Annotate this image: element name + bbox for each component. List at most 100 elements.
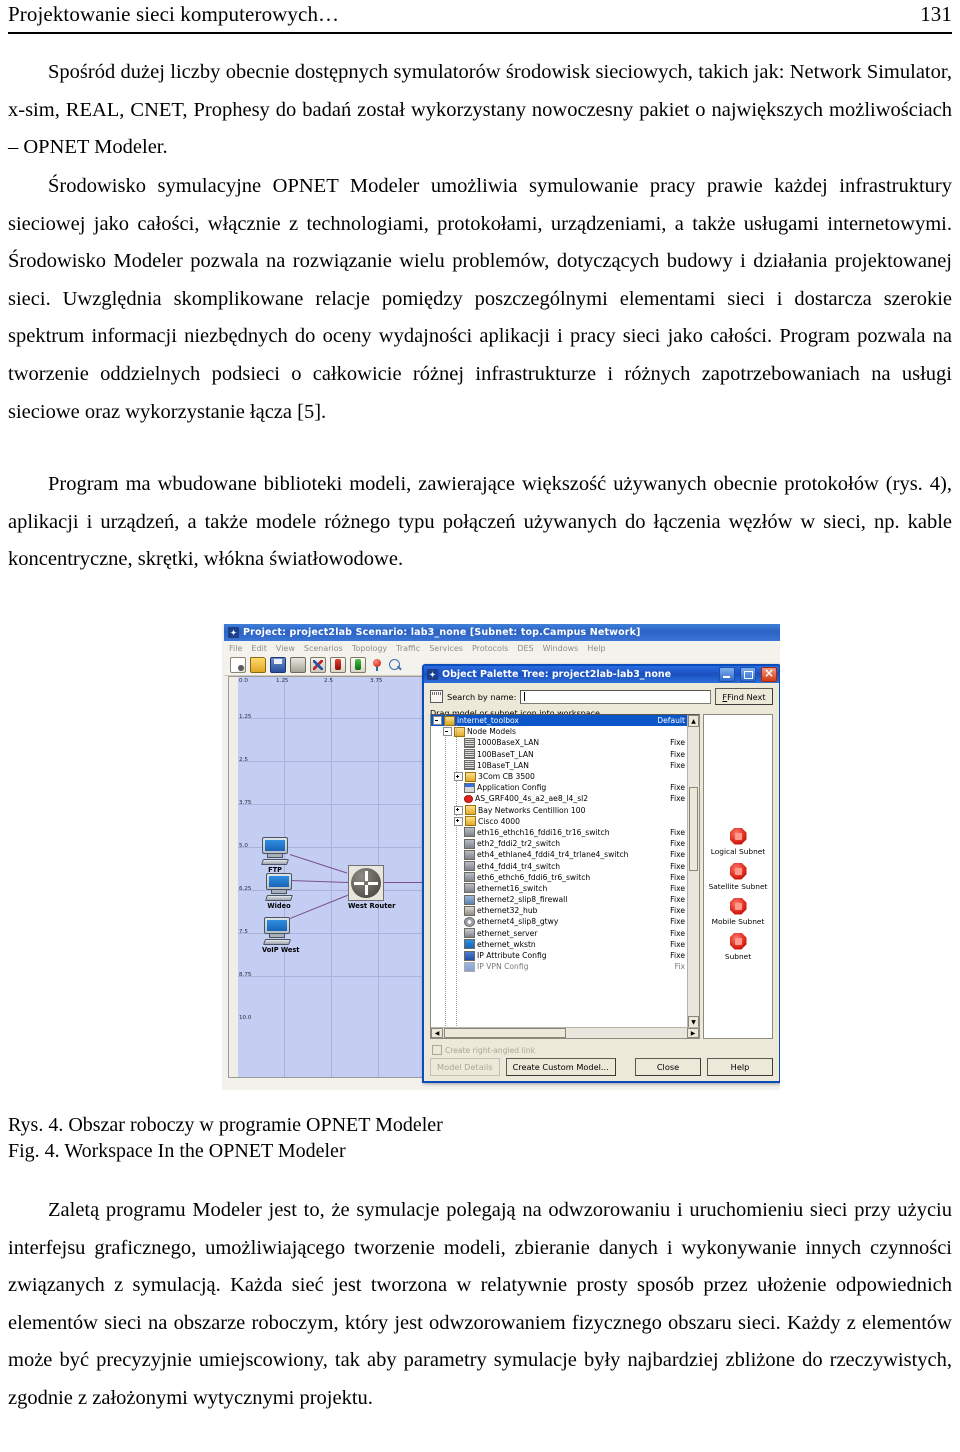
tree-row-value: Fixe [670,895,685,905]
tree-row[interactable]: 100BaseT_LAN Fixe [431,749,688,760]
right-angled-link-row[interactable]: Create right-angled link [432,1045,535,1055]
tree-row[interactable]: 1000BaseX_LAN Fixe [431,737,688,748]
router-icon [348,865,384,901]
menu-item-windows[interactable]: Windows [543,644,579,653]
object-palette-tree-dialog: Object Palette Tree: project2lab-lab3_no… [422,664,780,1083]
opnet-app-icon [228,627,239,638]
tree-row-label: AS_GRF400_4s_a2_ae8_l4_sl2 [475,794,589,804]
menu-item-file[interactable]: File [229,644,242,653]
switch-icon [464,827,475,838]
tree-row[interactable]: eth4_fddi4_tr4_switch Fixe [431,860,688,872]
collapse-toggle-icon[interactable] [433,716,442,726]
mobile-subnet-icon[interactable] [729,897,747,915]
tree-row-label: ethernet2_slip8_firewall [477,895,568,905]
check-links-icon[interactable] [310,657,326,673]
zoom-to-node-icon[interactable] [370,658,384,672]
menu-item-edit[interactable]: Edit [251,644,267,653]
menu-item-services[interactable]: Services [429,644,463,653]
node-ftp[interactable]: FTP [260,837,290,874]
tree-row[interactable]: Application Config Fixe [431,782,688,793]
scrollbar-thumb[interactable] [689,787,698,871]
tree-row-value: Fixe [670,783,685,793]
figure-caption: Rys. 4. Obszar roboczy w programie OPNET… [8,1113,768,1164]
close-button-dialog[interactable]: Close [635,1058,701,1076]
scroll-right-icon[interactable]: ▶ [687,1028,699,1038]
scrollbar-thumb[interactable] [444,1028,566,1038]
menu-item-traffic[interactable]: Traffic [396,644,420,653]
minimize-button[interactable] [719,667,735,682]
scroll-left-icon[interactable]: ◀ [431,1028,443,1038]
view-results-icon[interactable] [350,657,366,673]
configure-discrete-event-icon[interactable] [330,657,346,673]
model-tree[interactable]: internet_toolbox Default Node Models 100… [431,715,688,1028]
tree-row[interactable]: 3Com CB 3500 [431,771,688,782]
tree-row[interactable]: 10BaseT_LAN Fixe [431,760,688,771]
zoom-icon[interactable] [388,658,402,672]
logical-subnet-icon[interactable] [729,827,747,845]
tree-row[interactable]: Cisco 4000 [431,816,688,827]
maximize-button[interactable] [740,667,756,682]
menu-item-topology[interactable]: Topology [352,644,387,653]
right-angled-link-checkbox[interactable] [432,1045,442,1055]
tree-row[interactable]: IP Attribute Config Fixe [431,950,688,961]
x-tick-2: 2.5 [324,678,333,684]
tree-row[interactable]: ethernet_wkstn Fixe [431,939,688,950]
network-canvas[interactable]: 0.0 1.25 2.5 3.75 1.25 2.5 3.75 5.0 6.25… [238,677,425,1077]
create-custom-model-button[interactable]: Create Custom Model... [505,1058,616,1076]
scroll-up-icon[interactable]: ▲ [688,715,699,727]
tree-row[interactable]: ethernet2_slip8_firewall Fixe [431,894,688,905]
tree-row[interactable]: ethernet_server Fixe [431,928,688,939]
tree-row[interactable]: IP VPN Config Fix [431,961,688,972]
tree-row[interactable]: Bay Networks Centillion 100 [431,805,688,816]
tree-row[interactable]: ethernet32_hub Fixe [431,905,688,916]
expand-toggle-icon[interactable] [454,805,463,815]
find-next-button[interactable]: F Find Next [715,688,773,705]
tree-row[interactable]: eth2_fddi2_tr2_switch Fixe [431,838,688,849]
tree-row[interactable]: internet_toolbox Default [431,715,688,727]
open-icon[interactable] [250,657,266,673]
subnet-icon[interactable] [729,932,747,950]
menu-item-scenarios[interactable]: Scenarios [304,644,343,653]
search-input[interactable] [520,689,711,704]
node-voip-west[interactable]: VoIP West [262,917,299,954]
new-scenario-icon[interactable] [230,657,246,673]
save-icon[interactable] [270,657,286,673]
node-wideo[interactable]: Wideo [264,873,294,910]
node-label: Wideo [267,902,291,910]
tree-row[interactable]: ethernet16_switch Fixe [431,883,688,894]
tree-row-label: 100BaseT_LAN [477,749,534,759]
tree-row-label: ethernet4_slip8_gtwy [477,917,559,927]
tree-row[interactable]: AS_GRF400_4s_a2_ae8_l4_sl2 Fixe [431,793,688,804]
tree-horizontal-scrollbar[interactable]: ◀ ▶ [431,1027,699,1038]
expand-toggle-icon[interactable] [454,772,463,782]
tree-row[interactable]: ethernet4_slip8_gtwy Fixe [431,916,688,927]
figure-4: Project: project2lab Scenario: lab3_none… [222,624,780,1090]
menu-item-help[interactable]: Help [587,644,605,653]
tree-vertical-scrollbar[interactable]: ▲ ▼ [687,715,699,1028]
print-icon[interactable] [290,657,306,673]
search-row: Search by name: F Find Next [424,683,779,707]
satellite-subnet-icon[interactable] [729,862,747,880]
help-button[interactable]: Help [707,1058,773,1076]
close-button[interactable] [761,666,777,682]
menu-item-protocols[interactable]: Protocols [472,644,508,653]
menu-item-view[interactable]: View [276,644,295,653]
tree-row-label: ethernet32_hub [477,906,538,916]
menu-bar[interactable]: File Edit View Scenarios Topology Traffi… [224,641,780,656]
tree-row[interactable]: eth6_ethch6_fddi6_tr6_switch Fixe [431,872,688,883]
menu-item-des[interactable]: DES [517,644,533,653]
tree-row-label: 1000BaseX_LAN [477,738,540,748]
collapse-toggle-icon[interactable] [443,727,452,737]
workspace-canvas[interactable]: 0.0 1.25 2.5 3.75 1.25 2.5 3.75 5.0 6.25… [228,676,426,1078]
node-west-router[interactable]: West Router [348,865,395,910]
tree-row[interactable]: eth16_ethch16_fddi16_tr16_switch Fixe [431,827,688,838]
y-tick-1: 2.5 [239,757,248,763]
tree-row[interactable]: Node Models [431,726,688,737]
expand-toggle-icon[interactable] [454,816,463,826]
paragraph-block-2: Środowisko symulacyjne OPNET Modeler umo… [8,168,952,431]
model-details-button[interactable]: Model Details [430,1058,500,1076]
tree-row-value: Fixe [670,906,685,916]
tree-row-label: Bay Networks Centillion 100 [478,805,586,815]
tree-row[interactable]: eth4_ethlane4_fddi4_tr4_trlane4_switch F… [431,849,688,860]
model-tree-panel[interactable]: internet_toolbox Default Node Models 100… [430,714,700,1039]
